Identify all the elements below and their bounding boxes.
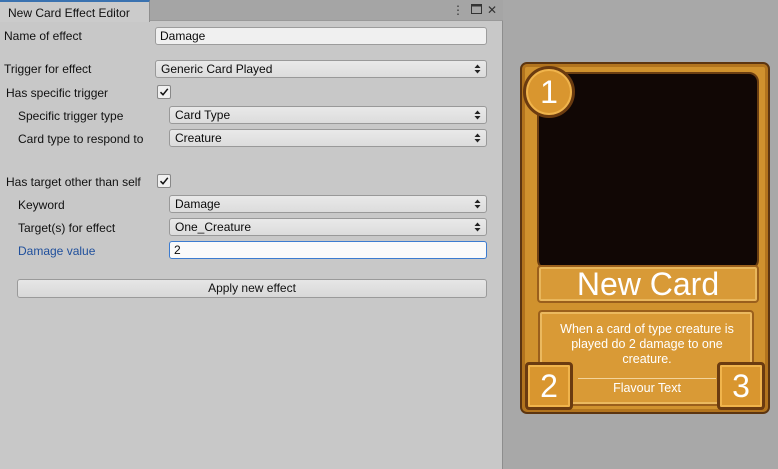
keyword-dropdown[interactable]: Damage <box>169 195 487 213</box>
tab-bar: New Card Effect Editor ⋮ ✕ <box>0 0 503 22</box>
card-description: When a card of type creature is played d… <box>560 322 734 366</box>
checkmark-icon <box>159 177 169 185</box>
card-name: New Card <box>537 265 759 303</box>
specific-trigger-type-label: Specific trigger type <box>18 109 124 123</box>
card-health-badge: 3 <box>717 362 765 410</box>
card-cost-badge: 1 <box>523 66 575 118</box>
trigger-for-effect-dropdown[interactable]: Generic Card Played <box>155 60 487 78</box>
dropdown-arrows-icon <box>474 133 481 143</box>
card-flavour-text: Flavour Text <box>613 381 681 395</box>
flavour-divider <box>578 378 716 379</box>
maximize-icon[interactable] <box>469 3 483 17</box>
keyword-value: Damage <box>175 197 221 211</box>
tab-new-card-effect-editor[interactable]: New Card Effect Editor <box>0 0 150 22</box>
damage-value-input[interactable]: 2 <box>169 241 487 259</box>
apply-new-effect-button[interactable]: Apply new effect <box>17 279 487 298</box>
effect-editor-window: New Card Effect Editor ⋮ ✕ Name of effec… <box>0 0 503 469</box>
trigger-for-effect-value: Generic Card Played <box>161 62 273 76</box>
checkmark-icon <box>159 88 169 96</box>
kebab-menu-icon[interactable]: ⋮ <box>451 3 465 17</box>
dropdown-arrows-icon <box>474 199 481 209</box>
dropdown-arrows-icon <box>474 110 481 120</box>
specific-trigger-type-value: Card Type <box>175 108 231 122</box>
dropdown-arrows-icon <box>474 64 481 74</box>
card-type-to-respond-to-dropdown[interactable]: Creature <box>169 129 487 147</box>
trigger-for-effect-label: Trigger for effect <box>4 62 92 76</box>
has-target-other-than-self-checkbox[interactable] <box>157 174 171 188</box>
keyword-label: Keyword <box>18 198 65 212</box>
damage-value-label: Damage value <box>18 244 96 258</box>
close-icon[interactable]: ✕ <box>485 3 499 17</box>
name-of-effect-label: Name of effect <box>4 29 82 43</box>
has-specific-trigger-label: Has specific trigger <box>6 86 109 100</box>
targets-for-effect-dropdown[interactable]: One_Creature <box>169 218 487 236</box>
card-attack-badge: 2 <box>525 362 573 410</box>
has-specific-trigger-checkbox[interactable] <box>157 85 171 99</box>
card-type-to-respond-to-value: Creature <box>175 131 222 145</box>
dropdown-arrows-icon <box>474 222 481 232</box>
targets-for-effect-value: One_Creature <box>175 220 252 234</box>
specific-trigger-type-dropdown[interactable]: Card Type <box>169 106 487 124</box>
card-type-to-respond-to-label: Card type to respond to <box>18 132 144 146</box>
has-target-other-than-self-label: Has target other than self <box>6 175 141 189</box>
name-of-effect-input[interactable]: Damage <box>155 27 487 45</box>
targets-for-effect-label: Target(s) for effect <box>18 221 116 235</box>
